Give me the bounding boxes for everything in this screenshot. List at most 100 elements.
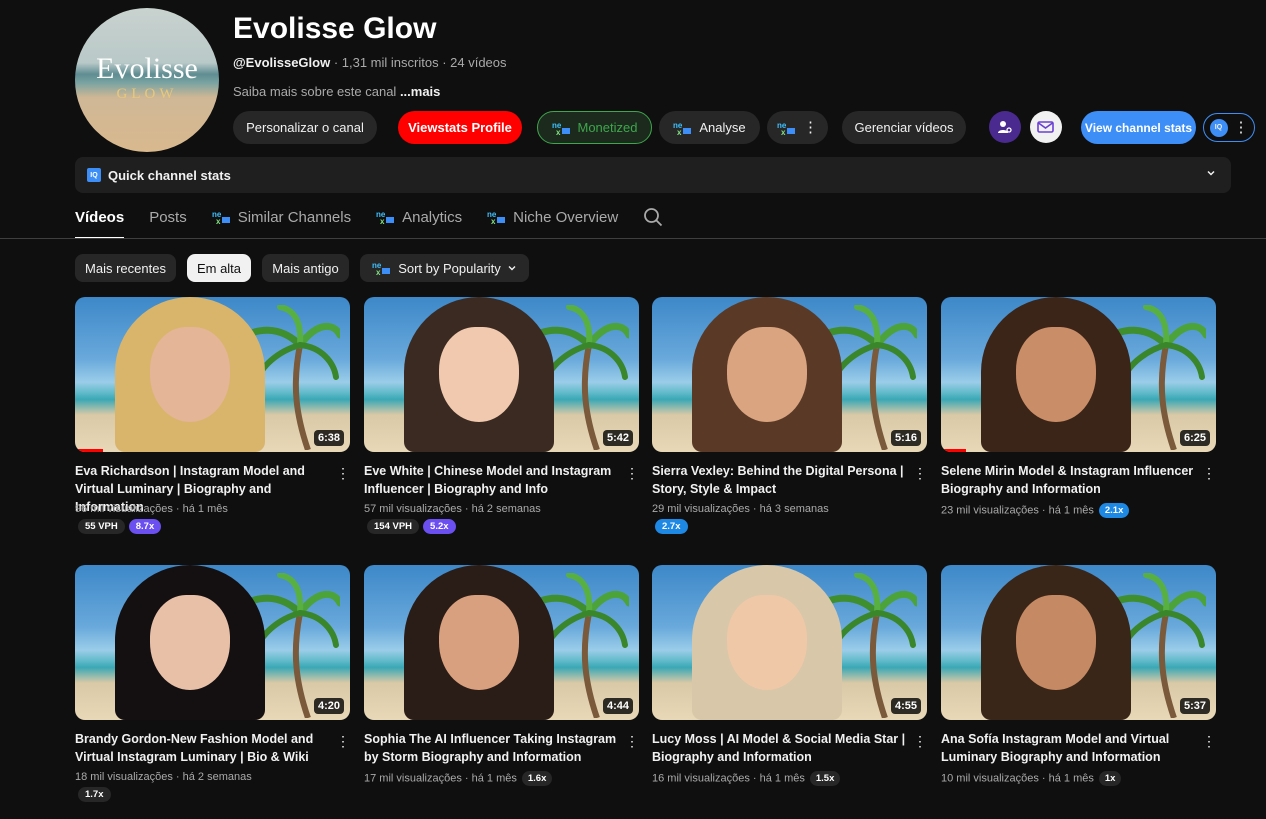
video-title[interactable]: Selene Mirin Model & Instagram Influence… [941, 462, 1197, 498]
more-vert-icon[interactable]: ⋮ [913, 733, 927, 750]
video-title[interactable]: Sophia The AI Influencer Taking Instagra… [364, 730, 620, 766]
video-title[interactable]: Ana Sofía Instagram Model and Virtual Lu… [941, 730, 1197, 766]
video-age: há 1 mês [182, 503, 228, 515]
channel-avatar[interactable]: Evolisse GLOW [75, 8, 219, 152]
nexlev-icon: ne x [376, 209, 396, 225]
nexlev-icon: ne x [777, 120, 797, 136]
video-card[interactable]: 4:55 Lucy Moss | AI Model & Social Media… [652, 565, 927, 786]
video-card[interactable]: 5:37 Ana Sofía Instagram Model and Virtu… [941, 565, 1216, 786]
avatar-title: Evolisse [96, 52, 198, 85]
more-vert-icon[interactable]: ⋮ [1202, 465, 1216, 482]
video-age: há 1 mês [471, 772, 517, 785]
video-meta: 57 mil visualizações · há 2 semanas [364, 503, 541, 515]
nexlev-menu-button[interactable]: ne x ⋮ [767, 111, 828, 144]
mail-search-button[interactable] [1030, 111, 1062, 143]
channel-stats: · 1,31 mil inscritos · 24 vídeos [330, 55, 507, 70]
tab-niche-overview[interactable]: ne x Niche Overview [487, 205, 618, 239]
video-thumbnail[interactable]: 5:37 [941, 565, 1216, 720]
video-thumbnail[interactable]: 4:55 [652, 565, 927, 720]
video-age: há 2 semanas [471, 503, 541, 515]
face-shape [1016, 595, 1096, 690]
view-channel-stats-button[interactable]: View channel stats [1081, 111, 1196, 144]
video-card[interactable]: 6:25 Selene Mirin Model & Instagram Infl… [941, 297, 1216, 518]
model-portrait [404, 297, 554, 452]
video-duration: 5:16 [890, 430, 921, 446]
channel-meta: @EvolisseGlow · 1,31 mil inscritos · 24 … [233, 55, 507, 70]
face-shape [439, 327, 519, 422]
similar-channels-label: Similar Channels [237, 209, 352, 226]
manage-videos-button[interactable]: Gerenciar vídeos [842, 111, 966, 144]
video-age: há 2 semanas [182, 771, 252, 783]
more-vert-icon[interactable]: ⋮ [336, 733, 350, 750]
more-vert-icon[interactable]: ⋮ [625, 733, 639, 750]
face-shape [150, 595, 230, 690]
model-portrait [981, 297, 1131, 452]
quick-channel-stats-bar[interactable]: IQ Quick channel stats [75, 157, 1231, 193]
video-title[interactable]: Brandy Gordon-New Fashion Model and Virt… [75, 730, 331, 766]
chip-oldest[interactable]: Mais antigo [262, 254, 349, 282]
user-search-button[interactable] [989, 111, 1021, 143]
tab-posts[interactable]: Posts [149, 205, 187, 239]
more-vert-icon[interactable]: ⋮ [625, 465, 639, 482]
more-vert-icon[interactable]: ⋮ [336, 465, 350, 482]
svg-text:x: x [556, 128, 561, 136]
more-link[interactable]: ...mais [400, 84, 440, 99]
svg-text:x: x [380, 217, 385, 225]
video-views: 18 mil visualizações [75, 771, 173, 783]
video-title[interactable]: Eve White | Chinese Model and Instagram … [364, 462, 620, 498]
video-meta: 16 mil visualizações · há 1 mês 1.5x [652, 771, 841, 786]
video-thumbnail[interactable]: 4:20 [75, 565, 350, 720]
face-shape [727, 595, 807, 690]
channel-description[interactable]: Saiba mais sobre este canal ...mais [233, 84, 440, 99]
video-card[interactable]: 4:20 Brandy Gordon-New Fashion Model and… [75, 565, 350, 802]
tabs-divider [0, 238, 1266, 239]
analyse-button[interactable]: ne x Analyse [659, 111, 760, 144]
more-vert-icon[interactable]: ⋮ [913, 465, 927, 482]
video-duration: 4:55 [890, 698, 921, 714]
search-tab[interactable] [643, 205, 663, 239]
channel-page: Evolisse GLOW Evolisse Glow @EvolisseGlo… [0, 0, 1266, 819]
video-thumbnail[interactable]: 5:16 [652, 297, 927, 452]
iq-menu-button[interactable]: IQ ⋮ [1203, 113, 1255, 142]
video-age: há 3 semanas [759, 503, 829, 515]
video-age: há 1 mês [1048, 504, 1094, 517]
chip-popular[interactable]: Em alta [187, 254, 251, 282]
video-card[interactable]: 5:42 Eve White | Chinese Model and Insta… [364, 297, 639, 534]
monetized-button[interactable]: ne x Monetized [537, 111, 652, 144]
tab-analytics[interactable]: ne x Analytics [376, 205, 462, 239]
outlier-badge: 1.7x [78, 787, 111, 802]
sort-by-popularity-dropdown[interactable]: ne x Sort by Popularity [360, 254, 529, 282]
monetized-label: Monetized [577, 120, 638, 135]
video-meta: 23 mil visualizações · há 1 mês 2.1x [941, 503, 1130, 518]
video-views: 23 mil visualizações [941, 504, 1039, 517]
video-card[interactable]: 6:38 Eva Richardson | Instagram Model an… [75, 297, 350, 534]
outlier-badge: 8.7x [128, 519, 162, 534]
mail-icon [1037, 121, 1054, 133]
video-card[interactable]: 4:44 Sophia The AI Influencer Taking Ins… [364, 565, 639, 786]
video-title[interactable]: Sierra Vexley: Behind the Digital Person… [652, 462, 908, 498]
nexlev-icon: ne x [673, 120, 693, 136]
video-card[interactable]: 5:16 Sierra Vexley: Behind the Digital P… [652, 297, 927, 534]
video-title[interactable]: Lucy Moss | AI Model & Social Media Star… [652, 730, 908, 766]
channel-tabs: Vídeos Posts ne x Similar Channels ne x An… [75, 205, 688, 239]
model-portrait [981, 565, 1131, 720]
video-thumbnail[interactable]: 5:42 [364, 297, 639, 452]
more-vert-icon[interactable]: ⋮ [1202, 733, 1216, 750]
outlier-badge: 1.5x [809, 771, 841, 786]
model-portrait [692, 297, 842, 452]
customize-channel-button[interactable]: Personalizar o canal [233, 111, 377, 144]
viewstats-profile-button[interactable]: Viewstats Profile [398, 111, 522, 144]
video-thumbnail[interactable]: 6:38 [75, 297, 350, 452]
video-badges: 1.7x [78, 787, 115, 802]
video-thumbnail[interactable]: 6:25 [941, 297, 1216, 452]
analytics-label: Analytics [402, 209, 463, 226]
video-views: 57 mil visualizações [364, 503, 462, 515]
tab-videos[interactable]: Vídeos [75, 205, 125, 239]
search-icon [644, 208, 663, 227]
video-meta: 10 mil visualizações · há 1 mês 1x [941, 771, 1122, 786]
video-thumbnail[interactable]: 4:44 [364, 565, 639, 720]
chip-recent[interactable]: Mais recentes [75, 254, 176, 282]
model-portrait [404, 565, 554, 720]
tab-similar-channels[interactable]: ne x Similar Channels [212, 205, 351, 239]
video-age: há 1 mês [1048, 772, 1094, 785]
